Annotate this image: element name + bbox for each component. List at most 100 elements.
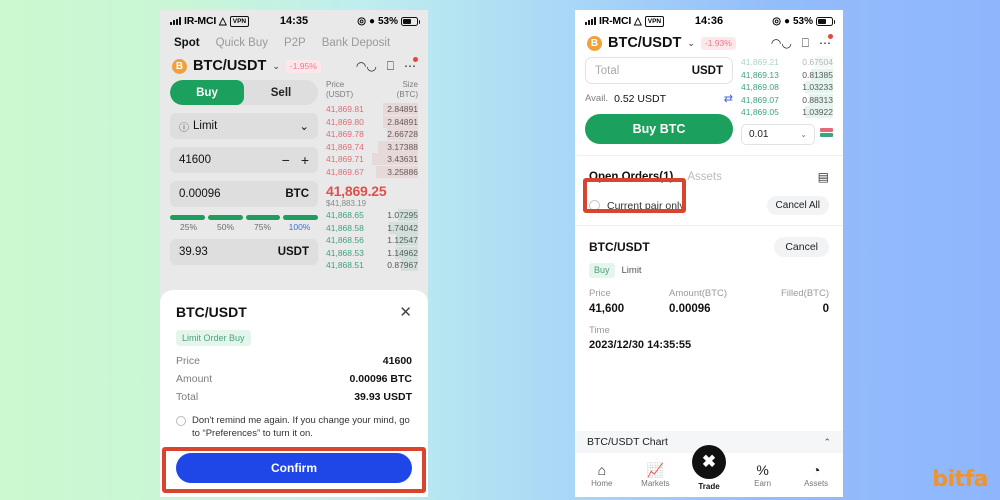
- nav-item-trade[interactable]: ✖ Trade: [682, 445, 736, 491]
- decrement-button[interactable]: −: [282, 152, 290, 168]
- chevron-up-icon[interactable]: ⌃: [823, 437, 831, 448]
- orderbook-row[interactable]: 41,868.51 0.87967: [326, 259, 418, 271]
- orderbook-row[interactable]: 41,869.08 1.03233: [741, 81, 833, 93]
- tab-assets[interactable]: Assets: [687, 171, 722, 183]
- trade-icon[interactable]: ✖: [691, 445, 726, 479]
- bid-price: 41,868.58: [326, 222, 364, 233]
- battery-icon: [401, 16, 420, 26]
- price-input[interactable]: 41600 − +: [170, 147, 318, 173]
- sell-tab[interactable]: Sell: [244, 80, 318, 105]
- location-icon: ◎: [772, 15, 781, 27]
- header-icon-group[interactable]: ◠◡ ⎕ ⋯: [356, 57, 418, 72]
- total-input[interactable]: Total USDT: [585, 57, 733, 84]
- orderbook-row[interactable]: 41,869.80 2.84891: [326, 115, 418, 128]
- total-input[interactable]: 39.93 USDT: [170, 239, 318, 265]
- orderbook-row[interactable]: 41,869.81 2.84891: [326, 103, 418, 115]
- total-value[interactable]: 39.93: [179, 246, 208, 258]
- highlight-box-confirm: [162, 447, 426, 493]
- header-icon-group[interactable]: ◠◡ ⎕ ⋯: [771, 34, 833, 49]
- tab-p2p[interactable]: P2P: [284, 37, 306, 49]
- list-view-icon[interactable]: ▤: [818, 170, 829, 184]
- orderbook-asks[interactable]: 41,869.81 2.84891 41,869.80 2.84891 41,869…: [326, 103, 418, 178]
- orderbook-row[interactable]: 41,868.65 1.07295: [326, 209, 418, 221]
- orderbook-row[interactable]: 41,869.13 0.81385: [741, 68, 833, 81]
- percent-75[interactable]: 75%: [244, 222, 281, 232]
- col-price-unit: (USDT): [326, 90, 354, 99]
- pair-selector-row[interactable]: B BTC/USDT ⌄ -1.93% ◠◡ ⎕ ⋯: [575, 32, 843, 57]
- depth-select[interactable]: 0.01 ⌄: [741, 124, 815, 145]
- pair-name-label[interactable]: BTC/USDT: [608, 35, 681, 51]
- order-type-select[interactable]: ⓘ Limit ⌄: [170, 113, 318, 139]
- order-side-tag: Buy: [589, 263, 615, 278]
- close-icon[interactable]: ✕: [399, 305, 412, 320]
- amount-percent-slider[interactable]: [170, 215, 318, 220]
- candlestick-icon[interactable]: ◠◡: [771, 37, 792, 49]
- percent-50[interactable]: 50%: [207, 222, 244, 232]
- orderbook-bids[interactable]: 41,868.65 1.07295 41,868.58 1.74042 41,868…: [326, 209, 418, 271]
- tab-spot[interactable]: Spot: [174, 37, 200, 49]
- percent-100[interactable]: 100%: [281, 222, 318, 232]
- bid-price: 41,869.21: [741, 57, 779, 67]
- stepper-group[interactable]: − +: [282, 152, 309, 168]
- status-right-group: ◎ ● 53%: [772, 15, 835, 27]
- calculator-icon[interactable]: ⎕: [387, 60, 394, 72]
- orderbook-bids[interactable]: 41,869.21 0.67504 41,869.13 0.81385 41,869…: [741, 56, 833, 118]
- percent-labels[interactable]: 25% 50% 75% 100%: [170, 222, 318, 232]
- chevron-down-icon[interactable]: ⌄: [800, 130, 807, 139]
- bottom-navigation[interactable]: ⌂ Home 📈 Markets ✖ Trade % Earn ◔ Assets: [575, 445, 843, 497]
- tab-quick-buy[interactable]: Quick Buy: [216, 37, 268, 49]
- battery-icon: [816, 16, 835, 26]
- cancel-all-button[interactable]: Cancel All: [766, 196, 829, 215]
- nav-item-assets[interactable]: ◔ Assets: [789, 463, 843, 488]
- nav-item-markets[interactable]: 📈 Markets: [629, 463, 683, 488]
- markets-chart-icon: 📈: [646, 461, 665, 478]
- chevron-down-icon[interactable]: ⌄: [299, 119, 309, 133]
- nav-item-home[interactable]: ⌂ Home: [575, 463, 629, 488]
- chevron-down-icon[interactable]: ⌄: [272, 61, 280, 72]
- swap-icon[interactable]: ⇄: [724, 92, 733, 105]
- depth-row[interactable]: 0.01 ⌄: [741, 124, 833, 145]
- amount-input[interactable]: 0.00096 BTC: [170, 181, 318, 207]
- buy-btc-button[interactable]: Buy BTC: [585, 114, 733, 144]
- order-amount-value: 0.00096: [669, 303, 711, 315]
- cancel-order-button[interactable]: Cancel: [774, 237, 829, 257]
- orderbook-row[interactable]: 41,869.05 1.03922: [741, 106, 833, 118]
- notification-dot: [828, 34, 833, 39]
- col-price-label: Price: [326, 80, 345, 89]
- calculator-icon[interactable]: ⎕: [802, 37, 809, 49]
- modal-title: BTC/USDT: [176, 304, 247, 321]
- pair-name-label[interactable]: BTC/USDT: [193, 58, 266, 74]
- orderbook-row[interactable]: 41,868.56 1.12547: [326, 234, 418, 246]
- chevron-down-icon[interactable]: ⌄: [687, 38, 695, 49]
- dont-remind-row[interactable]: Don't remind me again. If you change you…: [176, 415, 412, 441]
- ask-price: 41,869.74: [326, 141, 364, 152]
- battery-percent-label: 53%: [377, 15, 398, 27]
- ask-price: 41,869.67: [326, 166, 364, 177]
- tab-bank-deposit[interactable]: Bank Deposit: [322, 37, 390, 49]
- orderbook-row[interactable]: 41,869.74 3.17388: [326, 140, 418, 153]
- chart-bar-label: BTC/USDT Chart: [587, 436, 668, 448]
- orderbook-row[interactable]: 41,869.71 3.43631: [326, 153, 418, 165]
- percent-icon: %: [756, 461, 769, 478]
- nav-item-earn[interactable]: % Earn: [736, 463, 790, 488]
- orderbook-row[interactable]: 41,869.67 3.25886: [326, 165, 418, 178]
- orderbook-layout-icon[interactable]: [820, 127, 833, 142]
- pair-selector-row[interactable]: B BTC/USDT ⌄ -1.95% ◠◡ ⎕ ⋯: [160, 55, 428, 80]
- top-tab-bar[interactable]: Spot Quick Buy P2P Bank Deposit: [160, 32, 428, 55]
- orderbook-row[interactable]: 41,869.07 0.88313: [741, 93, 833, 106]
- percent-25[interactable]: 25%: [170, 222, 207, 232]
- orderbook-row[interactable]: 41,868.53 1.14962: [326, 246, 418, 259]
- nav-label: Assets: [804, 478, 829, 488]
- dont-remind-checkbox[interactable]: [176, 416, 186, 427]
- increment-button[interactable]: +: [301, 152, 309, 168]
- orderbook-row[interactable]: 41,868.58 1.74042: [326, 221, 418, 234]
- buy-sell-toggle[interactable]: Buy Sell: [170, 80, 318, 105]
- orderbook-row[interactable]: 41,869.21 0.67504: [741, 56, 833, 68]
- ask-price: 41,869.81: [326, 104, 364, 114]
- price-value[interactable]: 41600: [179, 154, 211, 166]
- buy-tab[interactable]: Buy: [170, 80, 244, 105]
- orderbook-row[interactable]: 41,869.78 2.66728: [326, 128, 418, 140]
- candlestick-icon[interactable]: ◠◡: [356, 60, 377, 72]
- amount-value[interactable]: 0.00096: [179, 188, 221, 200]
- ask-price: 41,869.80: [326, 116, 364, 127]
